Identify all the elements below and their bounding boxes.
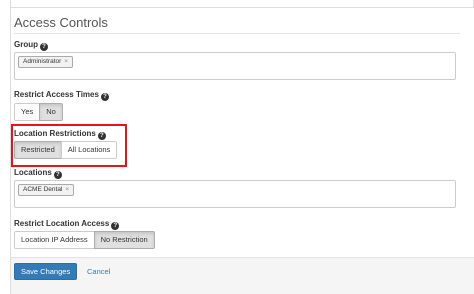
restrict-access-times-yes-button[interactable]: Yes [14,103,41,121]
remove-tag-icon[interactable]: × [65,186,69,193]
section-title: Access Controls [14,15,108,30]
location-restrictions-toggle: Restricted All Locations [14,141,118,159]
group-label: Group? [14,40,48,51]
no-restriction-button[interactable]: No Restriction [93,231,155,249]
cancel-link[interactable]: Cancel [87,267,110,276]
restrict-location-access-toggle: Location IP Address No Restriction [14,231,155,249]
all-locations-button[interactable]: All Locations [60,141,118,159]
group-tag-text: Administrator [23,58,62,65]
location-restrictions-label-text: Location Restrictions [14,129,96,138]
location-restrictions-label: Location Restrictions? [14,129,106,140]
restrict-location-access-label: Restrict Location Access? [14,219,120,230]
locations-label-text: Locations [14,168,52,177]
save-changes-button[interactable]: Save Changes [14,263,78,280]
locations-label: Locations? [14,168,62,179]
group-label-text: Group [14,40,38,49]
restrict-access-times-label: Restrict Access Times? [14,90,109,101]
group-tag-administrator: Administrator × [18,56,74,68]
question-circle-icon[interactable]: ? [53,171,62,179]
question-circle-icon[interactable]: ? [97,132,106,140]
restrict-access-times-toggle: Yes No [14,103,63,121]
group-select[interactable]: Administrator × [14,52,456,80]
locations-select[interactable]: ACME Dental × [14,180,456,208]
location-tag-text: ACME Dental [23,186,63,193]
restrict-location-access-label-text: Restrict Location Access [14,219,110,228]
question-circle-icon[interactable]: ? [111,222,120,230]
location-restricted-button[interactable]: Restricted [14,141,62,159]
location-tag-acme-dental: ACME Dental × [18,184,75,196]
panel-top-border [10,0,474,8]
remove-tag-icon[interactable]: × [64,58,68,65]
form-footer [11,257,474,294]
section-divider [14,33,460,34]
location-ip-address-button[interactable]: Location IP Address [14,231,95,249]
restrict-access-times-label-text: Restrict Access Times [14,90,99,99]
restrict-access-times-no-button[interactable]: No [39,103,63,121]
question-circle-icon[interactable]: ? [100,93,109,101]
question-circle-icon[interactable]: ? [40,43,48,51]
